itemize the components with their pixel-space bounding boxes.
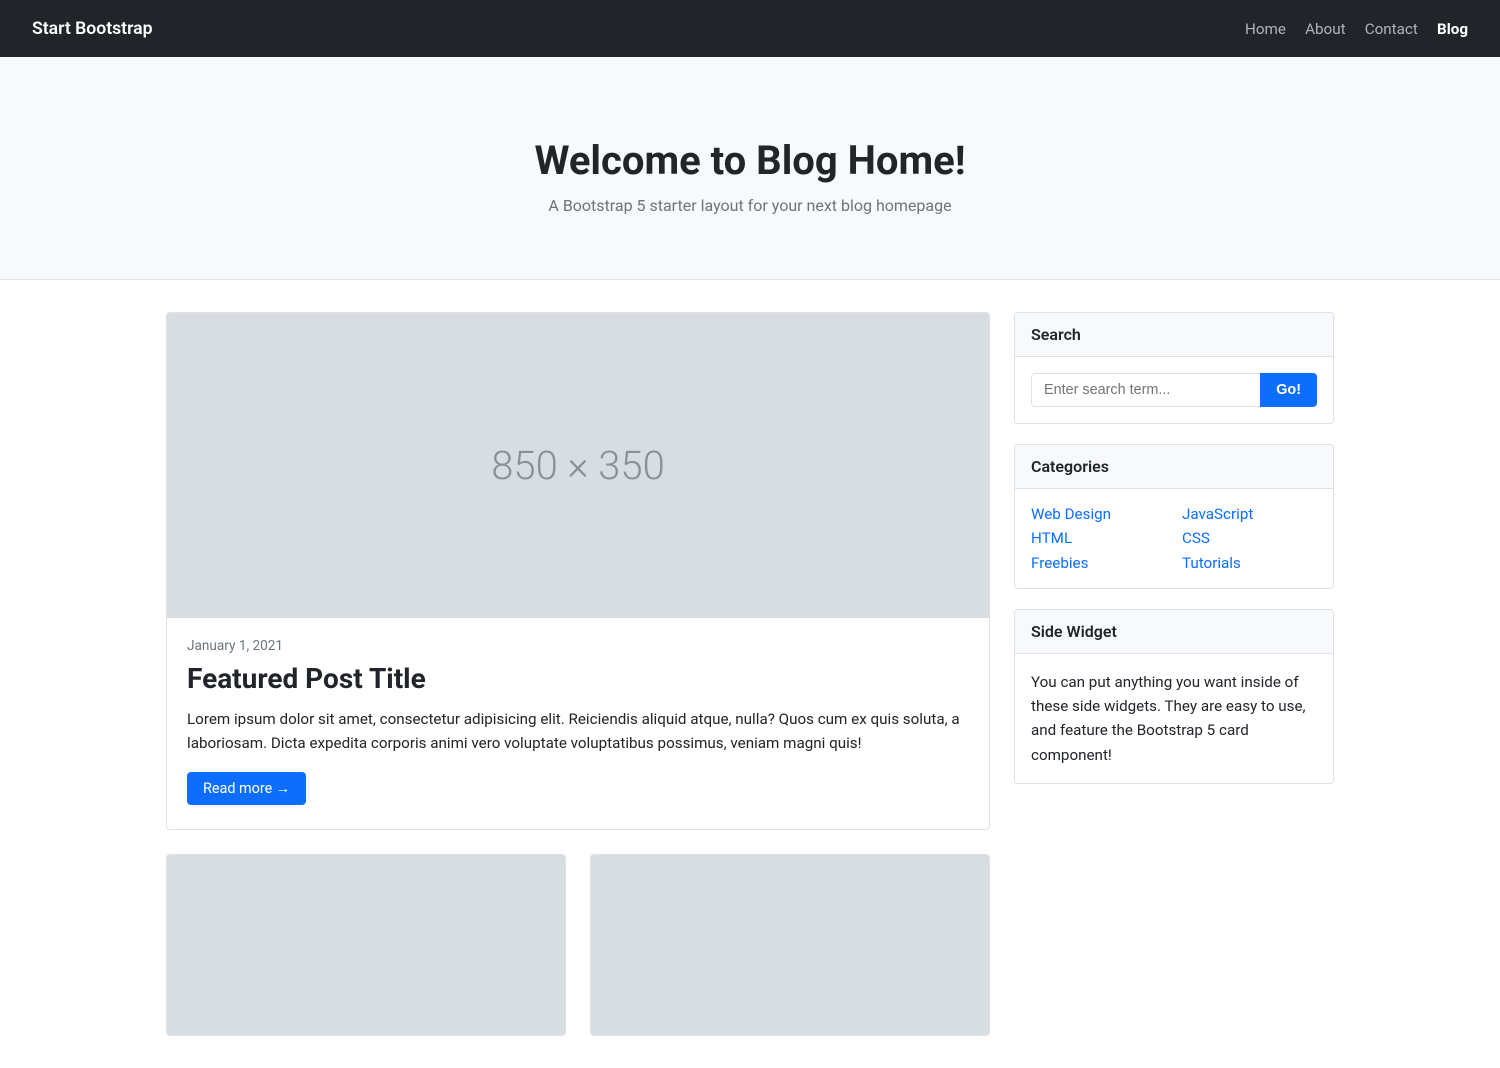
side-widget-header: Side Widget	[1015, 610, 1333, 654]
side-widget-body: You can put anything you want inside of …	[1015, 654, 1333, 783]
small-card-1	[166, 854, 566, 1036]
nav-links: Home About Contact Blog	[1245, 19, 1468, 38]
categories-widget: Categories Web Design JavaScript HTML CS…	[1014, 444, 1334, 589]
hero-subtitle: A Bootstrap 5 starter layout for your ne…	[16, 196, 1484, 215]
categories-widget-header: Categories	[1015, 445, 1333, 489]
category-web-design[interactable]: Web Design	[1031, 505, 1166, 523]
nav-link-home[interactable]: Home	[1245, 20, 1286, 38]
category-tutorials[interactable]: Tutorials	[1182, 554, 1317, 572]
categories-grid: Web Design JavaScript HTML CSS Freebies …	[1031, 505, 1317, 572]
featured-post-date: January 1, 2021	[187, 638, 969, 654]
featured-post-title: Featured Post Title	[187, 662, 969, 695]
featured-read-more-button[interactable]: Read more →	[187, 772, 306, 805]
navbar-brand[interactable]: Start Bootstrap	[32, 19, 152, 39]
hero-section: Welcome to Blog Home! A Bootstrap 5 star…	[0, 57, 1500, 280]
featured-image-label: 850 × 350	[491, 442, 665, 489]
featured-post-excerpt: Lorem ipsum dolor sit amet, consectetur …	[187, 707, 969, 756]
small-card-1-image	[167, 855, 565, 1035]
search-widget: Search Go!	[1014, 312, 1334, 424]
search-widget-header: Search	[1015, 313, 1333, 357]
search-input[interactable]	[1031, 373, 1260, 407]
nav-link-blog[interactable]: Blog	[1437, 20, 1468, 38]
featured-post-body: January 1, 2021 Featured Post Title Lore…	[167, 618, 989, 829]
search-button[interactable]: Go!	[1260, 373, 1317, 407]
small-cards-row	[166, 854, 990, 1036]
navbar: Start Bootstrap Home About Contact Blog	[0, 0, 1500, 57]
nav-link-contact[interactable]: Contact	[1365, 20, 1418, 38]
hero-title: Welcome to Blog Home!	[16, 137, 1484, 184]
main-column: 850 × 350 January 1, 2021 Featured Post …	[166, 312, 990, 1036]
content-wrapper: 850 × 350 January 1, 2021 Featured Post …	[150, 312, 1350, 1036]
small-card-2	[590, 854, 990, 1036]
side-widget-text: You can put anything you want inside of …	[1031, 670, 1317, 767]
featured-post-card: 850 × 350 January 1, 2021 Featured Post …	[166, 312, 990, 830]
sidebar: Search Go! Categories Web Design JavaScr…	[1014, 312, 1334, 1036]
category-javascript[interactable]: JavaScript	[1182, 505, 1317, 523]
category-html[interactable]: HTML	[1031, 529, 1166, 547]
small-card-2-image	[591, 855, 989, 1035]
search-form: Go!	[1031, 373, 1317, 407]
categories-widget-body: Web Design JavaScript HTML CSS Freebies …	[1015, 489, 1333, 588]
category-css[interactable]: CSS	[1182, 529, 1317, 547]
featured-post-image: 850 × 350	[167, 313, 989, 618]
nav-link-about[interactable]: About	[1305, 20, 1345, 38]
search-widget-body: Go!	[1015, 357, 1333, 423]
category-freebies[interactable]: Freebies	[1031, 554, 1166, 572]
side-widget: Side Widget You can put anything you wan…	[1014, 609, 1334, 784]
